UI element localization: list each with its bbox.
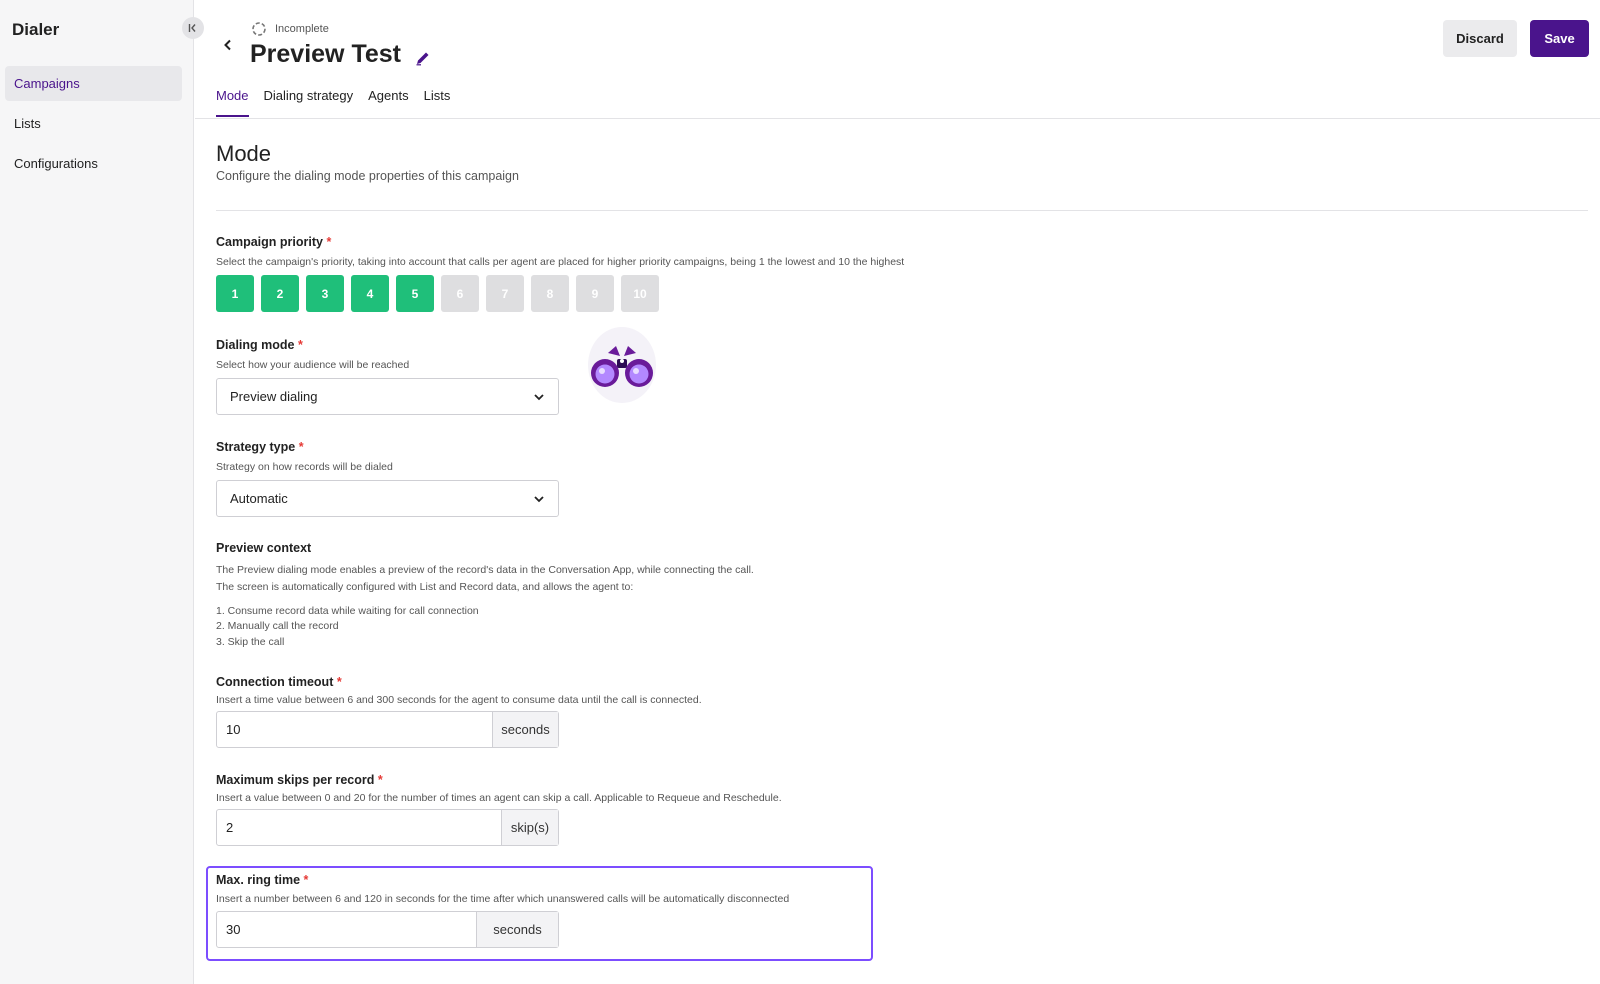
tabs-divider bbox=[195, 118, 1600, 119]
dialing-mode-help: Select how your audience will be reached bbox=[216, 359, 410, 371]
priority-option-2[interactable]: 2 bbox=[261, 275, 299, 312]
required-marker: * bbox=[326, 235, 332, 249]
max-ring-time-help: Insert a number between 6 and 120 in sec… bbox=[216, 893, 790, 905]
required-marker: * bbox=[303, 873, 309, 887]
sidebar-title: Dialer bbox=[12, 20, 60, 39]
priority-option-4[interactable]: 4 bbox=[351, 275, 389, 312]
max-ring-time-label: Max. ring time * bbox=[216, 873, 308, 887]
collapse-left-icon bbox=[188, 24, 196, 32]
tab-bar: Mode Dialing strategy Agents Lists bbox=[216, 88, 450, 117]
pencil-icon bbox=[416, 52, 429, 65]
priority-help: Select the campaign's priority, taking i… bbox=[216, 256, 905, 268]
max-skips-help: Insert a value between 0 and 20 for the … bbox=[216, 792, 782, 804]
status-text: Incomplete bbox=[275, 23, 329, 35]
preview-context-label: Preview context bbox=[216, 541, 312, 555]
priority-option-5[interactable]: 5 bbox=[396, 275, 434, 312]
dialing-mode-label-text: Dialing mode bbox=[216, 338, 295, 352]
required-marker: * bbox=[336, 675, 342, 689]
connection-timeout-input[interactable] bbox=[217, 712, 492, 747]
priority-option-10[interactable]: 10 bbox=[621, 275, 659, 312]
back-button[interactable] bbox=[218, 35, 238, 55]
connection-timeout-label: Connection timeout * bbox=[216, 675, 342, 689]
connection-timeout-unit: seconds bbox=[492, 712, 558, 747]
required-marker: * bbox=[377, 773, 383, 787]
page-title: Preview Test bbox=[250, 40, 402, 68]
dialing-mode-value: Preview dialing bbox=[230, 389, 318, 404]
priority-option-9[interactable]: 9 bbox=[576, 275, 614, 312]
priority-label-text: Campaign priority bbox=[216, 235, 323, 249]
max-ring-time-input[interactable] bbox=[217, 912, 476, 947]
preview-context-item: 2. Manually call the record bbox=[216, 620, 339, 632]
save-button[interactable]: Save bbox=[1530, 20, 1589, 57]
sidebar: Dialer Campaigns Lists Configurations bbox=[0, 0, 194, 984]
max-skips-unit: skip(s) bbox=[501, 810, 558, 845]
preview-context-item: 1. Consume record data while waiting for… bbox=[216, 605, 479, 617]
max-skips-input[interactable] bbox=[217, 810, 501, 845]
strategy-type-select[interactable]: Automatic bbox=[216, 480, 559, 517]
sidebar-item-configurations[interactable]: Configurations bbox=[5, 146, 182, 181]
connection-timeout-group: seconds bbox=[216, 711, 559, 748]
priority-selector: 1 2 3 4 5 6 7 8 9 10 bbox=[216, 275, 659, 312]
preview-context-line-1: The Preview dialing mode enables a previ… bbox=[216, 564, 754, 576]
tab-dialing-strategy[interactable]: Dialing strategy bbox=[264, 88, 354, 117]
preview-context-item: 3. Skip the call bbox=[216, 636, 285, 648]
priority-label: Campaign priority * bbox=[216, 235, 331, 249]
max-skips-group: skip(s) bbox=[216, 809, 559, 846]
max-ring-time-group: seconds bbox=[216, 911, 559, 948]
title-row: Preview Test bbox=[250, 40, 431, 69]
required-marker: * bbox=[298, 440, 304, 454]
chevron-down-icon bbox=[534, 495, 544, 502]
connection-timeout-label-text: Connection timeout bbox=[216, 675, 334, 689]
tab-lists[interactable]: Lists bbox=[424, 88, 451, 117]
collapse-sidebar-button[interactable] bbox=[182, 17, 204, 39]
priority-option-3[interactable]: 3 bbox=[306, 275, 344, 312]
strategy-type-help: Strategy on how records will be dialed bbox=[216, 461, 393, 473]
dialing-mode-label: Dialing mode * bbox=[216, 338, 303, 352]
binoculars-illustration bbox=[588, 327, 656, 403]
tab-mode[interactable]: Mode bbox=[216, 88, 249, 117]
max-skips-label-text: Maximum skips per record bbox=[216, 773, 375, 787]
section-title: Mode bbox=[216, 141, 272, 166]
connection-timeout-help: Insert a time value between 6 and 300 se… bbox=[216, 694, 702, 706]
tab-agents[interactable]: Agents bbox=[368, 88, 408, 117]
preview-context-line-2: The screen is automatically configured w… bbox=[216, 581, 634, 593]
sidebar-item-lists[interactable]: Lists bbox=[5, 106, 182, 141]
max-skips-label: Maximum skips per record * bbox=[216, 773, 383, 787]
chevron-down-icon bbox=[534, 393, 544, 400]
dialing-mode-select[interactable]: Preview dialing bbox=[216, 378, 559, 415]
max-ring-time-unit: seconds bbox=[476, 912, 558, 947]
edit-title-button[interactable] bbox=[415, 50, 431, 66]
sidebar-item-campaigns[interactable]: Campaigns bbox=[5, 66, 182, 101]
section-divider bbox=[216, 210, 1588, 211]
strategy-type-label: Strategy type * bbox=[216, 440, 304, 454]
priority-option-6[interactable]: 6 bbox=[441, 275, 479, 312]
required-marker: * bbox=[297, 338, 303, 352]
section-description: Configure the dialing mode properties of… bbox=[216, 169, 519, 183]
max-ring-time-label-text: Max. ring time bbox=[216, 873, 301, 887]
discard-button[interactable]: Discard bbox=[1443, 20, 1517, 57]
chevron-left-icon bbox=[224, 39, 231, 51]
status-indicator: Incomplete bbox=[251, 21, 329, 37]
loading-spinner-icon bbox=[252, 22, 266, 36]
sidebar-nav: Campaigns Lists Configurations bbox=[5, 66, 182, 186]
priority-option-7[interactable]: 7 bbox=[486, 275, 524, 312]
priority-option-1[interactable]: 1 bbox=[216, 275, 254, 312]
strategy-type-value: Automatic bbox=[230, 491, 288, 506]
priority-option-8[interactable]: 8 bbox=[531, 275, 569, 312]
strategy-type-label-text: Strategy type bbox=[216, 440, 296, 454]
